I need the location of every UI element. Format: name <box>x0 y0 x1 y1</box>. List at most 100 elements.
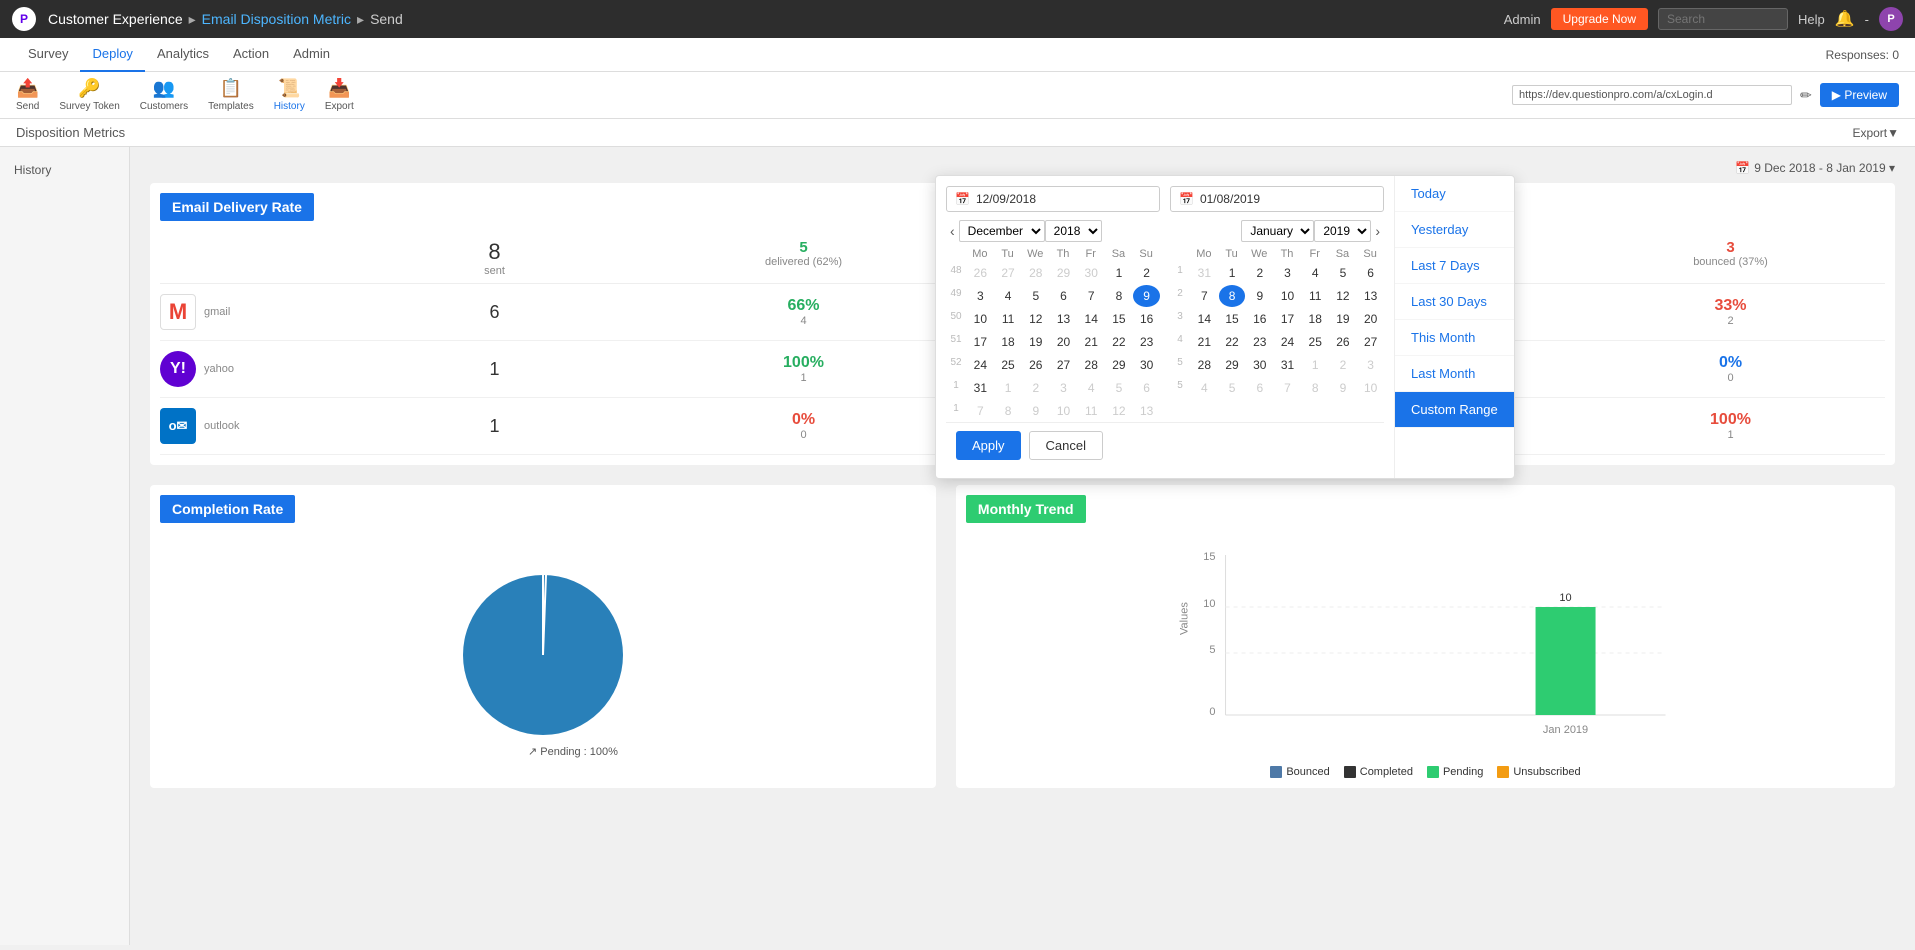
quick-last30[interactable]: Last 30 Days <box>1395 284 1514 320</box>
svg-text:15: 15 <box>1203 551 1215 563</box>
toolbar-customers[interactable]: 👥 Customers <box>140 78 188 112</box>
help-label: Help <box>1798 12 1825 27</box>
dec-days-header: MoTuWeThFrSaSu <box>946 248 1160 260</box>
prev-month-button[interactable]: ‹ <box>946 221 959 241</box>
jan-days-header: MoTuWeThFrSaSu <box>1170 248 1384 260</box>
cal-dec-grid: ‹ December 2018 MoTuWeThFrSaSu 482627282… <box>946 220 1160 422</box>
toolbar-export[interactable]: 📥 Export <box>325 78 354 112</box>
upgrade-button[interactable]: Upgrade Now <box>1551 8 1648 30</box>
pending-dot <box>1427 766 1439 778</box>
date-range-picker[interactable]: 📅 9 Dec 2018 - 8 Jan 2019 ▾ <box>1735 161 1895 175</box>
cal-jan-header: January 2019 › <box>1170 220 1384 242</box>
unsubscribed-dot <box>1497 766 1509 778</box>
cancel-button[interactable]: Cancel <box>1029 431 1103 460</box>
second-nav: Survey Deploy Analytics Action Admin Res… <box>0 38 1915 72</box>
dec-year-select[interactable]: 2018 <box>1045 220 1102 242</box>
svg-text:Values: Values <box>1178 602 1190 635</box>
app-logo: P <box>12 7 36 31</box>
next-month-button[interactable]: › <box>1371 221 1384 241</box>
nav-admin[interactable]: Admin <box>281 38 342 72</box>
apply-button[interactable]: Apply <box>956 431 1021 460</box>
jan-days: 1311234562789101112133141516171819204212… <box>1170 262 1384 399</box>
monthly-trend-panel: Monthly Trend 15 10 5 0 Values <box>956 485 1895 788</box>
gmail-icon: M <box>160 294 196 330</box>
completed-dot <box>1344 766 1356 778</box>
svg-text:10: 10 <box>1203 598 1215 610</box>
templates-icon: 📋 <box>220 78 242 99</box>
quick-today[interactable]: Today <box>1395 176 1514 212</box>
quick-this-month[interactable]: This Month <box>1395 320 1514 356</box>
svg-text:5: 5 <box>1209 644 1215 656</box>
chart-legend: Bounced Completed Pending Unsubscribed <box>966 766 1885 778</box>
calendar-overlay: 📅 12/09/2018 📅 01/08/2019 ‹ December 201… <box>935 175 1515 479</box>
top-nav-right: Admin Upgrade Now Help 🔔 - P <box>1504 7 1903 31</box>
cal-inputs: 📅 12/09/2018 📅 01/08/2019 <box>946 186 1384 212</box>
svg-text:0: 0 <box>1209 706 1215 718</box>
search-input[interactable] <box>1658 8 1788 30</box>
toolbar-send[interactable]: 📤 Send <box>16 78 39 112</box>
cal-from-date[interactable]: 📅 12/09/2018 <box>946 186 1160 212</box>
app-title: Customer Experience ▸ Email Disposition … <box>48 11 403 28</box>
nav-analytics[interactable]: Analytics <box>145 38 221 72</box>
pie-chart: ↗ Pending : 100% <box>160 535 926 778</box>
disposition-metrics-title: Disposition Metrics <box>16 125 125 140</box>
sidebar: History <box>0 147 130 945</box>
toolbar-survey-token[interactable]: 🔑 Survey Token <box>59 78 119 112</box>
bar-chart: 15 10 5 0 Values 10 Jan <box>966 535 1885 758</box>
quick-yesterday[interactable]: Yesterday <box>1395 212 1514 248</box>
dec-month-select[interactable]: December <box>959 220 1045 242</box>
nav-survey[interactable]: Survey <box>16 38 80 72</box>
bell-icon[interactable]: 🔔 <box>1835 9 1855 29</box>
jan-year-select[interactable]: 2019 <box>1314 220 1371 242</box>
pie-pending-label: ↗ Pending : 100% <box>528 745 618 758</box>
yahoo-icon: Y! <box>160 351 196 387</box>
nav-deploy[interactable]: Deploy <box>80 38 144 72</box>
cal-to-date[interactable]: 📅 01/08/2019 <box>1170 186 1384 212</box>
quick-last7[interactable]: Last 7 Days <box>1395 248 1514 284</box>
nav-action[interactable]: Action <box>221 38 281 72</box>
cal-dec-header: ‹ December 2018 <box>946 220 1160 242</box>
calendar-icon: 📅 <box>1735 161 1750 175</box>
sidebar-history[interactable]: History <box>0 157 129 183</box>
completion-rate-panel: Completion Rate ↗ Pending : 100% <box>150 485 936 788</box>
chevron-icon: ▸ <box>189 11 196 28</box>
outlook-icon: o✉ <box>160 408 196 444</box>
toolbar-templates[interactable]: 📋 Templates <box>208 78 254 112</box>
completion-header: Completion Rate <box>160 495 295 523</box>
svg-text:10: 10 <box>1559 592 1571 604</box>
legend-bounced: Bounced <box>1270 766 1329 778</box>
dec-days: 4826272829301249345678950101112131415165… <box>946 262 1160 422</box>
legend-unsubscribed: Unsubscribed <box>1497 766 1580 778</box>
url-display: https://dev.questionpro.com/a/cxLogin.d <box>1512 85 1792 105</box>
customers-icon: 👥 <box>153 78 175 99</box>
send-icon: 📤 <box>16 78 38 99</box>
export-button[interactable]: Export▼ <box>1852 126 1899 140</box>
cal-actions: Apply Cancel <box>946 422 1384 468</box>
jan-month-select[interactable]: January <box>1241 220 1314 242</box>
user-avatar[interactable]: P <box>1879 7 1903 31</box>
calendar-from-icon: 📅 <box>955 192 970 206</box>
responses-count: Responses: 0 <box>1826 48 1899 62</box>
monthly-trend-header: Monthly Trend <box>966 495 1086 523</box>
email-delivery-header: Email Delivery Rate <box>160 193 314 221</box>
quick-custom-range[interactable]: Custom Range <box>1395 392 1514 428</box>
cal-jan-grid: January 2019 › MoTuWeThFrSaSu 1311234562… <box>1170 220 1384 422</box>
bounced-dot <box>1270 766 1282 778</box>
quick-options: Today Yesterday Last 7 Days Last 30 Days… <box>1394 176 1514 478</box>
history-icon: 📜 <box>278 78 300 99</box>
edit-url-icon[interactable]: ✏ <box>1800 87 1812 104</box>
legend-completed: Completed <box>1344 766 1413 778</box>
toolbar-history[interactable]: 📜 History <box>274 78 305 112</box>
bar-chart-svg: 15 10 5 0 Values 10 Jan <box>966 545 1885 745</box>
toolbar: 📤 Send 🔑 Survey Token 👥 Customers 📋 Temp… <box>0 72 1915 119</box>
top-nav: P Customer Experience ▸ Email Dispositio… <box>0 0 1915 38</box>
svg-text:Jan 2019: Jan 2019 <box>1543 724 1588 736</box>
legend-pending: Pending <box>1427 766 1483 778</box>
preview-button[interactable]: ▶ Preview <box>1820 83 1899 107</box>
quick-last-month[interactable]: Last Month <box>1395 356 1514 392</box>
cal-grids: ‹ December 2018 MoTuWeThFrSaSu 482627282… <box>946 220 1384 422</box>
key-icon: 🔑 <box>78 78 100 99</box>
pie-svg <box>443 555 643 755</box>
breadcrumb-bar: Disposition Metrics Export▼ <box>0 119 1915 147</box>
calendar-main: 📅 12/09/2018 📅 01/08/2019 ‹ December 201… <box>936 176 1394 478</box>
